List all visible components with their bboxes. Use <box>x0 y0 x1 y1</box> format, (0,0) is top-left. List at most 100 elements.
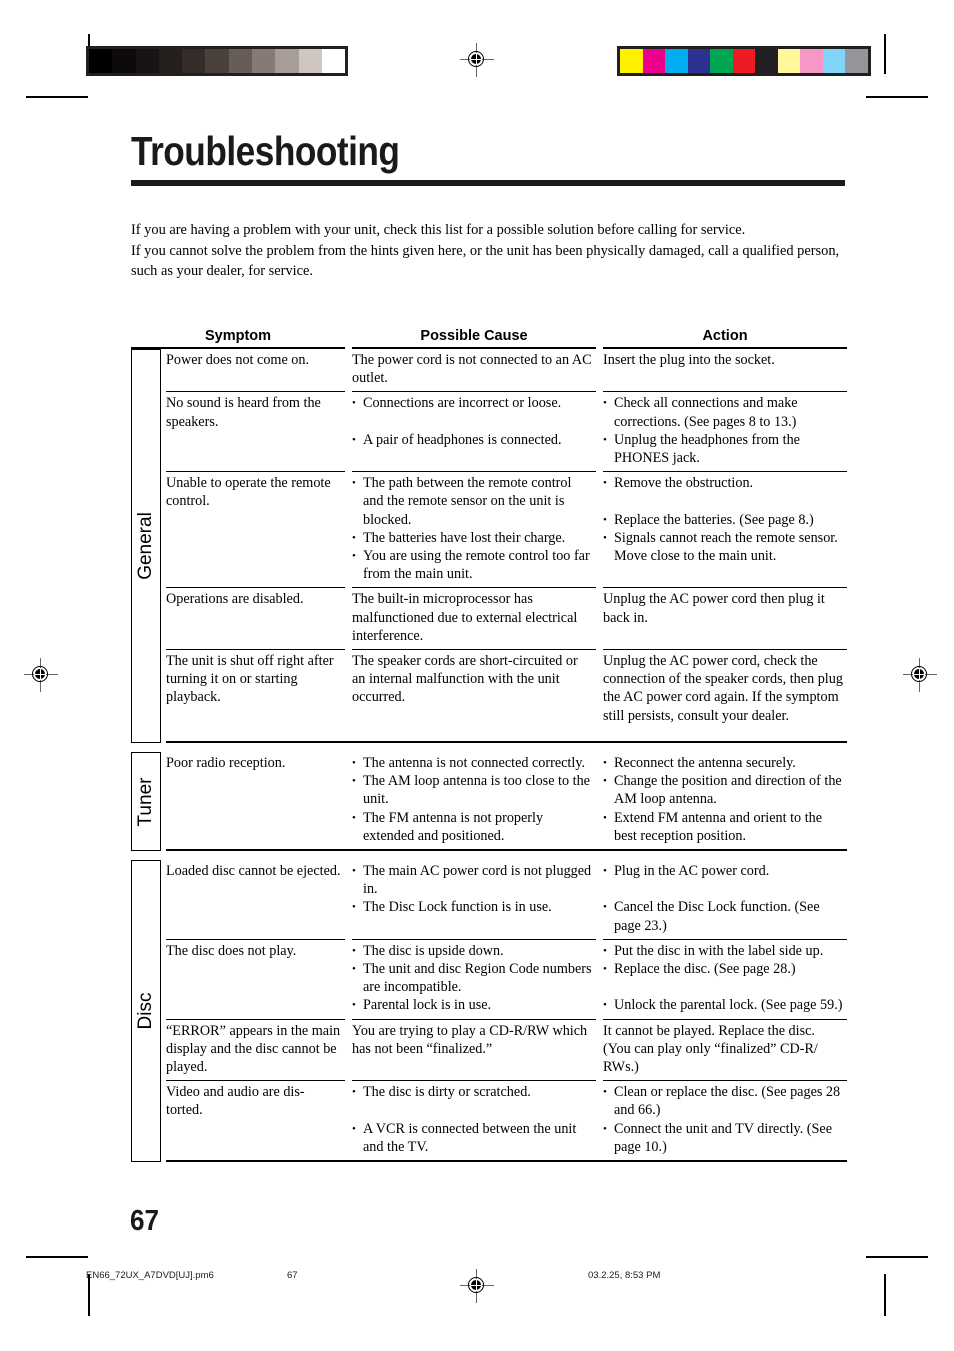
page-title: Troubleshooting <box>131 128 400 174</box>
bullet-item: • A VCR is connected between the unit and… <box>352 1120 592 1156</box>
bullet-item: • The AM loop antenna is too close to the… <box>352 772 592 808</box>
bullet-dot-icon: • <box>352 550 356 563</box>
cell-symptom: Operations are disabled. <box>166 587 345 649</box>
bullet-text: The Disc Lock function is in use. <box>363 899 552 916</box>
group-label-disc: Disc <box>131 860 161 1163</box>
calibration-swatch-6 <box>228 49 253 73</box>
calibration-swatch-0 <box>620 49 643 73</box>
bullet-text: The unit and disc Region Code numbers ar… <box>363 961 592 996</box>
calibration-swatch-7 <box>252 49 276 73</box>
bullet-text: You are using the remote control too far… <box>363 548 590 583</box>
table-row: No sound is heard from the speakers. • Con… <box>166 391 847 471</box>
crop-mark-bottom-right-horizontal <box>866 1256 928 1258</box>
calibration-swatch-9 <box>298 49 322 73</box>
bullet-dot-icon: • <box>603 531 607 544</box>
calibration-swatch-2 <box>135 49 159 73</box>
print-footer-filename: EN66_72UX_A7DVD[UJ].pm6 <box>86 1270 214 1281</box>
bullet-item: • Change the position and direction of th… <box>603 772 845 808</box>
bullet-dot-icon: • <box>603 944 607 957</box>
column-header-possible-cause: Possible Cause <box>352 328 596 349</box>
calibration-swatch-3 <box>158 49 183 73</box>
crop-mark-top-right-vertical <box>884 34 886 74</box>
group-label-tuner: Tuner <box>131 752 161 852</box>
cell-possible-cause: • The disc is dirty or scratched. • A VCR i… <box>352 1080 596 1160</box>
bullet-text: Put the disc in with the label side up. <box>614 942 824 959</box>
cell-symptom: Unable to operate the remote control. <box>166 471 345 587</box>
cell-possible-cause: You are trying to play a CD-R/RW which h… <box>352 1018 596 1081</box>
bullet-item: • Replace the disc. (See page 28.) <box>603 960 845 978</box>
cell-action: • Remove the obstruction. • Replace the bat… <box>603 471 847 587</box>
bullet-item: • Extend FM antenna and orient to the bes… <box>603 809 845 845</box>
bullet-dot-icon: • <box>603 1122 607 1135</box>
bullet-item: • Signals cannot reach the remote sensor.… <box>603 529 845 565</box>
bullet-dot-icon: • <box>352 1122 356 1135</box>
bullet-dot-icon: • <box>352 1086 356 1099</box>
cell-possible-cause: • Connections are incorrect or loose. • A p… <box>352 391 596 471</box>
bullet-text: A VCR is connected between the unit and … <box>363 1120 577 1155</box>
calibration-swatch-10 <box>321 49 346 73</box>
crop-mark-bottom-right-vertical <box>884 1274 886 1316</box>
bullet-dot-icon: • <box>603 397 607 410</box>
registration-mark-top <box>460 43 494 77</box>
bullet-dot-icon: • <box>603 901 607 914</box>
cell-action: • Clean or replace the disc. (See pages 2… <box>603 1080 847 1160</box>
bullet-dot-icon: • <box>603 757 607 770</box>
bullet-text: Remove the obstruction. <box>614 475 754 492</box>
bullet-text: Change the position and direction of the… <box>614 773 842 808</box>
cell-symptom: The unit is shut off right after turning… <box>166 649 345 741</box>
bullet-text: Replace the batteries. (See page 8.) <box>614 511 814 528</box>
table-row: “ERROR” appears in the main display and … <box>166 1018 847 1081</box>
bullet-item: • The disc is dirty or scratched. <box>352 1083 592 1101</box>
print-footer-timestamp: 03.2.25, 8:53 PM <box>588 1270 661 1281</box>
bullet-dot-icon: • <box>603 865 607 878</box>
bullet-dot-icon: • <box>603 477 607 490</box>
cell-action: • Reconnect the antenna securely. • Change … <box>603 752 847 849</box>
grayscale-calibration-bar <box>86 46 349 76</box>
bullet-text: Connections are incorrect or loose. <box>363 395 562 412</box>
group-label-text: General <box>135 512 156 580</box>
table-header-row: Symptom Possible Cause Action <box>131 327 847 349</box>
bullet-item: • The unit and disc Region Code numbers a… <box>352 960 592 996</box>
calibration-swatch-4 <box>182 49 206 73</box>
bullet-item: • You are using the remote control too fa… <box>352 547 592 583</box>
bullet-dot-icon: • <box>352 775 356 788</box>
print-footer-page: 67 <box>287 1270 298 1281</box>
bullet-text: The batteries have lost their charge. <box>363 529 566 546</box>
calibration-swatch-6 <box>755 49 778 73</box>
bullet-text: The FM antenna is not properly extended … <box>363 809 544 844</box>
bullet-dot-icon: • <box>603 433 607 446</box>
calibration-swatch-3 <box>687 49 710 73</box>
column-header-symptom: Symptom <box>131 328 345 349</box>
registration-mark-left <box>24 658 58 692</box>
bullet-dot-icon: • <box>352 901 356 914</box>
registration-mark-bottom <box>460 1269 494 1303</box>
cell-possible-cause: The speaker cords are short-circuited or… <box>352 649 596 741</box>
bullet-item: • Plug in the AC power cord. <box>603 862 845 880</box>
table-row: Operations are disabled. The built-in mic… <box>166 587 847 649</box>
cell-symptom: Poor radio reception. <box>166 755 286 772</box>
bullet-dot-icon: • <box>603 963 607 976</box>
color-calibration-bar <box>617 46 871 76</box>
bullet-text: A pair of headphones is connected. <box>363 431 562 448</box>
intro-line-2: If you cannot solve the problem from the… <box>131 242 840 259</box>
bullet-item: • Reconnect the antenna securely. <box>603 754 845 772</box>
title-underline-rule <box>131 180 845 186</box>
cell-action: Unplug the AC power cord, check the conn… <box>603 649 847 741</box>
bullet-text: The antenna is not connected correctly. <box>363 755 586 772</box>
bullet-dot-icon: • <box>603 513 607 526</box>
cell-action: • Plug in the AC power cord. • Cancel the D… <box>603 860 847 939</box>
crop-mark-bottom-left-horizontal <box>26 1256 88 1258</box>
table-row: The unit is shut off right after turning… <box>166 649 847 741</box>
bullet-item: • Put the disc in with the label side up. <box>603 942 845 960</box>
table-group-disc: Disc Loaded disc cannot be ejected. • The m… <box>131 860 847 1163</box>
cell-symptom: “ERROR” appears in the main display and … <box>166 1018 345 1081</box>
bullet-dot-icon: • <box>603 1086 607 1099</box>
bullet-text: Extend FM antenna and orient to the best… <box>614 809 823 844</box>
cell-action: • Check all connections and make correcti… <box>603 391 847 471</box>
bullet-text: Unplug the headphones from the PHONES ja… <box>614 431 800 467</box>
bullet-text: Clean or replace the disc. (See pages 28… <box>614 1084 841 1119</box>
